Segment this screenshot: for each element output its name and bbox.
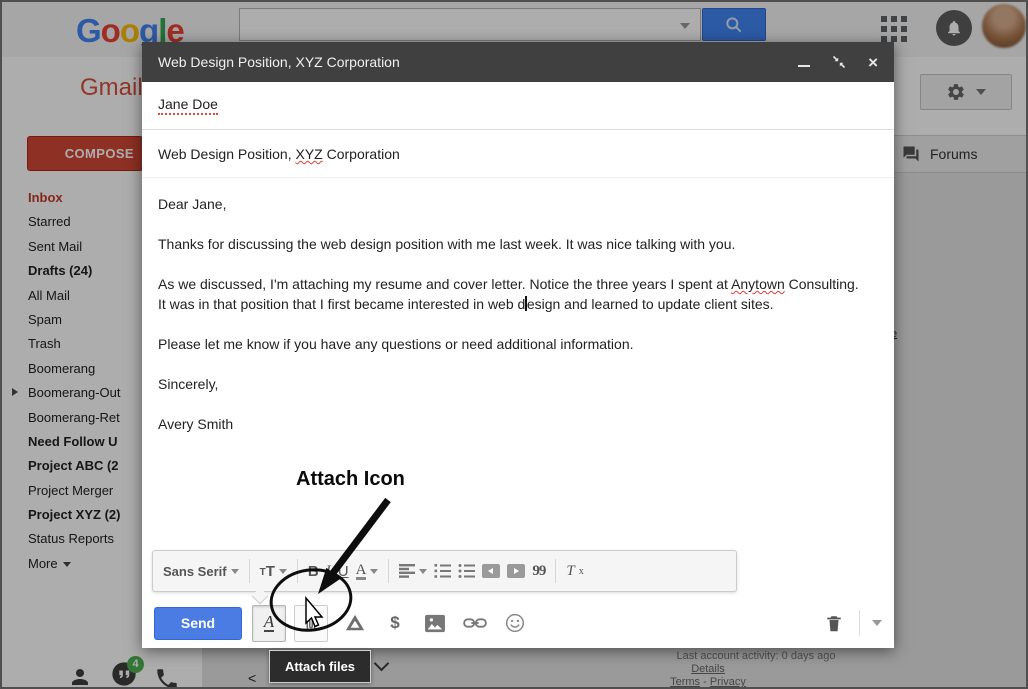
indent-less-icon: [482, 564, 500, 578]
trash-icon: [825, 612, 843, 634]
drive-icon: [344, 613, 366, 633]
recipient-field[interactable]: Jane Doe: [142, 82, 894, 130]
large-t: T: [266, 564, 275, 579]
subject-part: Web Design Position,: [158, 146, 295, 162]
subject-part-misspelled: XYZ: [295, 146, 322, 162]
body-paragraph: Please let me know if you have any quest…: [158, 334, 870, 354]
body-paragraph: Thanks for discussing the web design pos…: [158, 234, 870, 254]
divider: [297, 559, 298, 583]
align-left-icon: [399, 564, 415, 578]
format-a: A: [264, 614, 274, 632]
send-button[interactable]: Send: [154, 607, 242, 640]
body-text: As we discussed, I'm attaching my resume…: [158, 276, 731, 292]
link-icon: [463, 616, 487, 630]
screenshot-root: Google Gmail: [0, 0, 1028, 689]
smiley-icon: [505, 613, 525, 633]
caret-down-icon: [419, 569, 427, 574]
insert-drive-button[interactable]: [342, 613, 368, 633]
indent-less-button[interactable]: [482, 564, 500, 578]
clear-t: T: [566, 563, 574, 580]
subject-part: Corporation: [323, 146, 400, 162]
divider: [249, 559, 250, 583]
caret-down-icon: [370, 569, 378, 574]
font-name: Sans Serif: [163, 564, 227, 579]
body-text-misspelled: Anytown: [731, 276, 785, 292]
exit-fullscreen-icon[interactable]: [832, 55, 846, 69]
bold-button[interactable]: B: [308, 563, 319, 580]
request-money-button[interactable]: $: [382, 613, 408, 633]
compose-titlebar[interactable]: Web Design Position, XYZ Corporation ×: [142, 42, 894, 82]
italic-button[interactable]: I: [326, 563, 331, 580]
message-body[interactable]: Dear Jane, Thanks for discussing the web…: [158, 194, 870, 454]
indent-more-icon: [507, 564, 525, 578]
window-controls: ×: [798, 54, 878, 71]
compose-bottom-bar: Send A $: [142, 598, 894, 648]
insert-photo-button[interactable]: [422, 614, 448, 633]
body-paragraph: As we discussed, I'm attaching my resume…: [158, 274, 870, 314]
divider: [555, 559, 556, 583]
caret-down-icon: [279, 569, 287, 574]
numbered-list-icon: [434, 564, 451, 578]
compose-window: Web Design Position, XYZ Corporation × J…: [142, 42, 894, 648]
divider: [388, 559, 389, 583]
paperclip-icon: [301, 611, 321, 635]
compose-title: Web Design Position, XYZ Corporation: [158, 54, 798, 70]
body-paragraph: Avery Smith: [158, 414, 870, 434]
size-icon: TT: [260, 564, 275, 579]
indent-more-button[interactable]: [507, 564, 525, 578]
underline-button[interactable]: U: [338, 563, 349, 580]
more-options-caret-icon[interactable]: [872, 620, 882, 626]
recipient-name: Jane Doe: [158, 96, 218, 115]
font-family-dropdown[interactable]: Sans Serif: [163, 564, 239, 579]
numbered-list-button[interactable]: [434, 564, 451, 578]
send-label: Send: [181, 615, 215, 631]
photo-icon: [424, 614, 446, 633]
align-button[interactable]: [399, 564, 427, 578]
divider: [859, 610, 860, 636]
attach-files-button[interactable]: [294, 605, 328, 642]
clear-x: x: [579, 566, 584, 577]
font-size-dropdown[interactable]: TT: [260, 564, 287, 579]
body-text: esign and learned to update client sites…: [527, 296, 774, 312]
subject-field[interactable]: Web Design Position, XYZ Corporation: [142, 131, 894, 178]
close-icon[interactable]: ×: [868, 54, 878, 71]
color-a: A: [356, 563, 367, 580]
bulleted-list-button[interactable]: [458, 564, 475, 578]
insert-link-button[interactable]: [462, 616, 488, 630]
text-color-button[interactable]: A: [356, 563, 379, 580]
quote-button[interactable]: 99: [532, 563, 545, 580]
dollar-sign: $: [390, 613, 399, 633]
discard-draft-button[interactable]: [821, 612, 847, 634]
body-paragraph: Sincerely,: [158, 374, 870, 394]
minimize-icon[interactable]: [798, 65, 810, 68]
bulleted-list-icon: [458, 564, 475, 578]
subject-text: Web Design Position, XYZ Corporation: [158, 146, 400, 162]
formatting-options-toggle[interactable]: A: [252, 605, 286, 642]
formatting-toolbar: Sans Serif TT B I U A: [152, 550, 737, 592]
caret-down-icon: [231, 569, 239, 574]
body-paragraph: Dear Jane,: [158, 194, 870, 214]
insert-emoji-button[interactable]: [502, 613, 528, 633]
remove-formatting-button[interactable]: Tx: [566, 563, 583, 580]
